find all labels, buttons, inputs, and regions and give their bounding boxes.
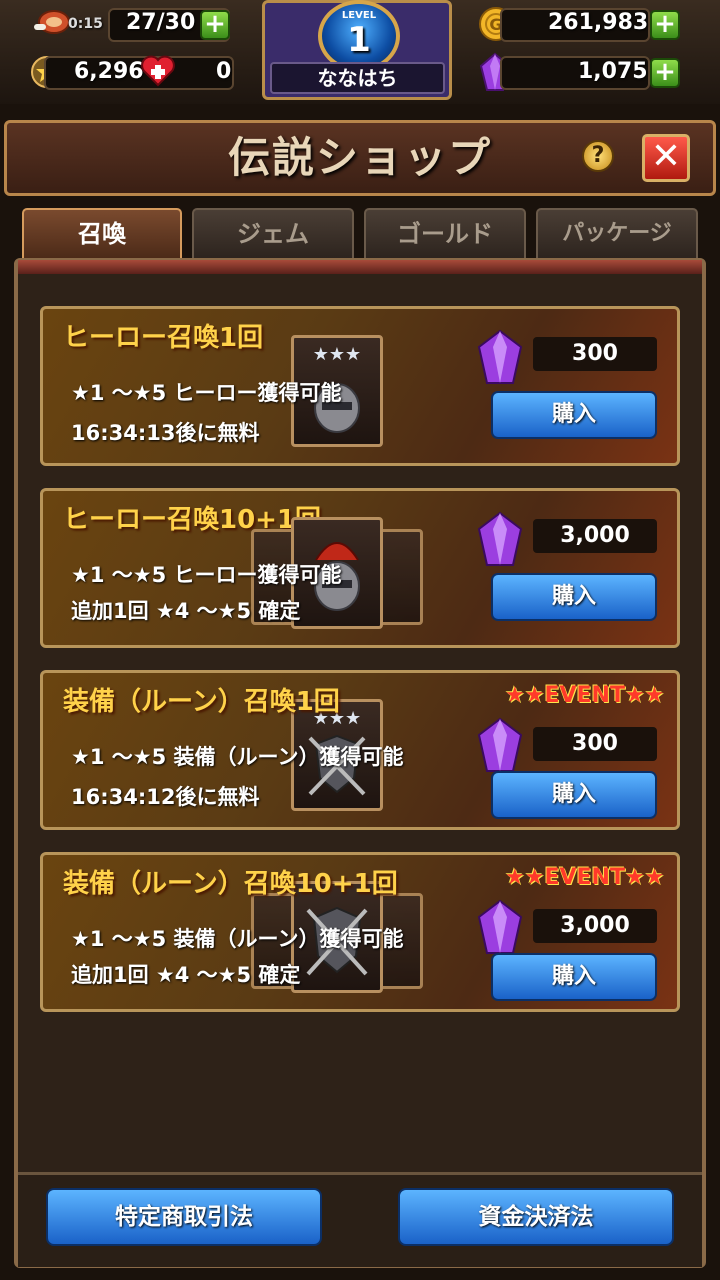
- player-name: ななはち: [270, 62, 445, 94]
- level-value: 1: [347, 20, 371, 60]
- event-badge: ★★EVENT★★: [505, 683, 665, 708]
- event-badge: ★★EVENT★★: [505, 865, 665, 890]
- item-description: ★1 ～★5 ヒーロー獲得可能: [71, 563, 342, 587]
- price-gem-icon: [475, 899, 525, 959]
- tab-gem[interactable]: ジェム: [192, 208, 354, 260]
- buy-button[interactable]: 購入: [491, 391, 657, 439]
- buy-button[interactable]: 購入: [491, 573, 657, 621]
- item-bonus: 追加1回 ★4 ～★5 確定: [71, 599, 301, 623]
- close-button[interactable]: ✕: [642, 134, 690, 182]
- buy-button[interactable]: 購入: [491, 771, 657, 819]
- item-free-timer: 16:34:12後に無料: [71, 785, 260, 809]
- hearts-value: 0: [216, 59, 232, 84]
- shop-item-equipment-summon-1: ★★★ 装備（ルーン）召喚1回 ★★EVENT★★ ★1 ～★5 装備（ルーン）…: [40, 670, 680, 830]
- gold-value: 261,983: [548, 10, 649, 35]
- item-description: ★1 ～★5 装備（ルーン）獲得可能: [71, 927, 404, 951]
- gem-value: 1,075: [578, 59, 648, 84]
- add-gold-button[interactable]: +: [650, 10, 680, 40]
- item-price: 3,000: [533, 909, 657, 943]
- item-description: ★1 ～★5 装備（ルーン）獲得可能: [71, 745, 404, 769]
- item-price: 300: [533, 337, 657, 371]
- item-price: 3,000: [533, 519, 657, 553]
- tab-gold[interactable]: ゴールド: [364, 208, 526, 260]
- price-gem-icon: [475, 717, 525, 777]
- price-gem-icon: [475, 329, 525, 389]
- heart-icon: [140, 54, 176, 88]
- honor-value: 6,296: [74, 59, 144, 84]
- item-bonus: 追加1回 ★4 ～★5 確定: [71, 963, 301, 987]
- shop-item-hero-summon-11: ヒーロー召喚10+1回 ★1 ～★5 ヒーロー獲得可能 追加1回 ★4 ～★5 …: [40, 488, 680, 648]
- add-gem-button[interactable]: +: [650, 58, 680, 88]
- buy-button[interactable]: 購入: [491, 953, 657, 1001]
- add-stamina-button[interactable]: +: [200, 10, 230, 40]
- payment-services-button[interactable]: 資金決済法: [398, 1188, 674, 1246]
- shop-item-equipment-summon-11: 装備（ルーン）召喚10+1回 ★★EVENT★★ ★1 ～★5 装備（ルーン）獲…: [40, 852, 680, 1012]
- stamina-timer: 0:15: [68, 16, 103, 32]
- item-title: 装備（ルーン）召喚1回: [63, 687, 340, 717]
- meat-icon: [32, 8, 72, 38]
- svg-text:★★★: ★★★: [313, 344, 361, 365]
- item-price: 300: [533, 727, 657, 761]
- help-button[interactable]: ?: [582, 140, 614, 172]
- item-free-timer: 16:34:13後に無料: [71, 421, 260, 445]
- item-title: ヒーロー召喚1回: [63, 323, 264, 353]
- panel-header-strip: [18, 260, 702, 274]
- price-gem-icon: [475, 511, 525, 571]
- shop-item-hero-summon-1: ヒーロー召喚1回 ★★★ ★1 ～★5 ヒーロー獲得可能 16:34:13後に無…: [40, 306, 680, 466]
- tab-package[interactable]: パッケージ: [536, 208, 698, 260]
- stamina-value: 27/30: [126, 10, 196, 35]
- tab-summon[interactable]: 召喚: [22, 208, 182, 260]
- item-title: 装備（ルーン）召喚10+1回: [63, 869, 398, 899]
- commercial-transactions-button[interactable]: 特定商取引法: [46, 1188, 322, 1246]
- item-description: ★1 ～★5 ヒーロー獲得可能: [71, 381, 342, 405]
